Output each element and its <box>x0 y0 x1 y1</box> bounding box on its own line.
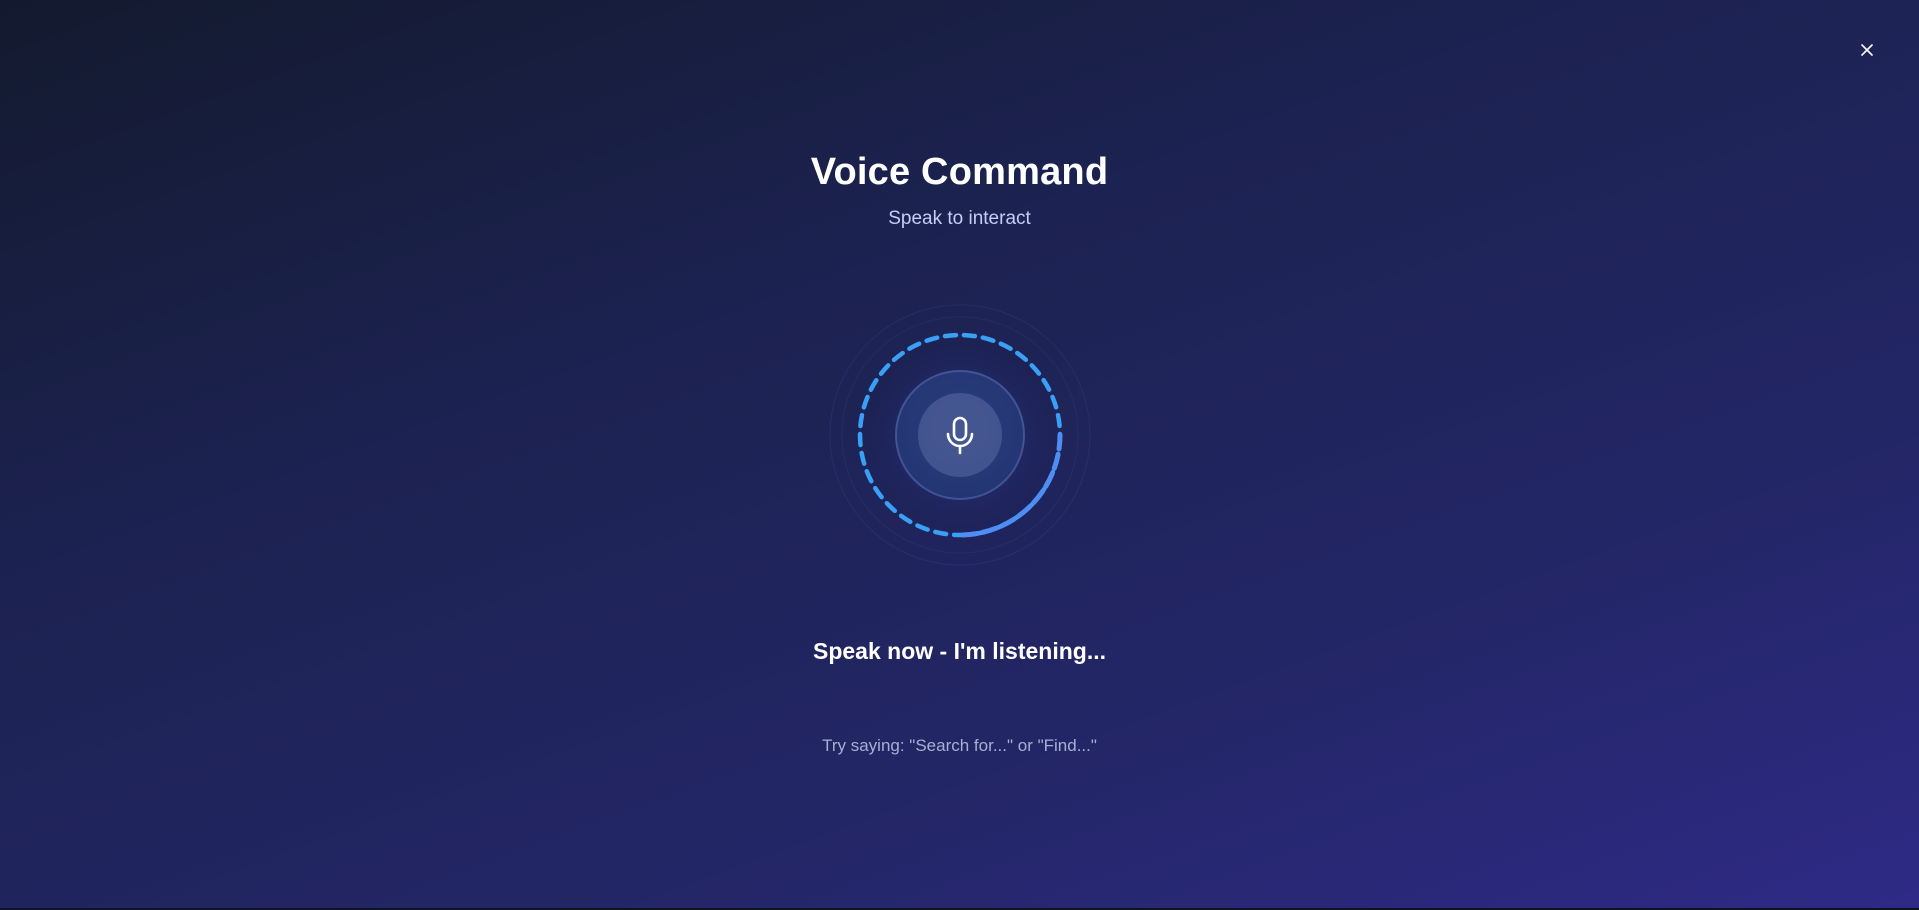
page-subtitle: Speak to interact <box>888 208 1031 229</box>
microphone-inner-circle <box>918 393 1002 477</box>
microphone-button[interactable] <box>895 370 1025 500</box>
voice-visualizer <box>827 302 1093 568</box>
listening-status: Speak now - I'm listening... <box>812 638 1106 664</box>
close-button[interactable] <box>1853 36 1881 64</box>
microphone-icon <box>946 416 974 455</box>
close-icon <box>1861 44 1873 56</box>
page-title: Voice Command <box>810 151 1109 193</box>
header: Voice Command Speak to interact <box>0 145 1919 231</box>
hint-text: Try saying: "Search for..." or "Find..." <box>822 736 1097 755</box>
